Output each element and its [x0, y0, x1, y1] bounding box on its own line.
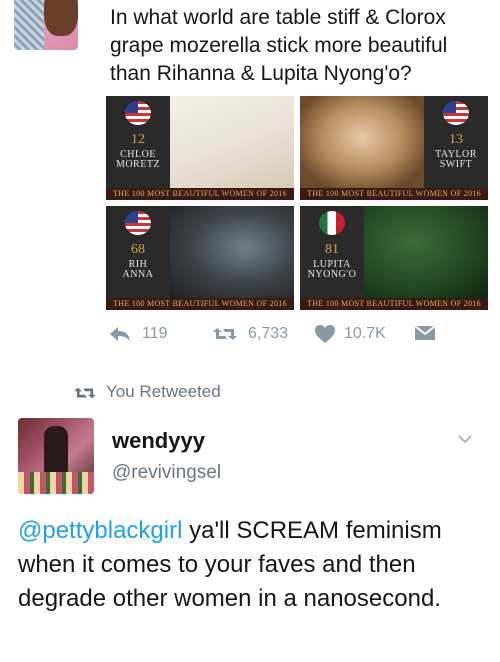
- card-banner: THE 100 MOST BEAUTIFUL WOMEN OF 2016: [300, 298, 488, 310]
- chevron-down-icon[interactable]: [458, 434, 472, 444]
- retweet-button[interactable]: 6,733: [212, 322, 302, 346]
- like-button[interactable]: 10.7K: [314, 322, 400, 346]
- reply-button[interactable]: 119: [108, 322, 178, 346]
- mexico-flag-icon: [319, 211, 345, 235]
- reply-count: 119: [142, 325, 168, 342]
- retweet-icon: [213, 328, 237, 340]
- retweet-icon: [74, 387, 96, 399]
- avatar-flowers-art: [18, 472, 94, 494]
- us-flag-icon: [125, 101, 151, 125]
- author-avatar[interactable]: [14, 0, 78, 50]
- card-name: RIH ANNA: [106, 260, 170, 280]
- tweet-media-grid[interactable]: 12 CHLOE MORETZ THE 100 MOST BEAUTIFUL W…: [106, 96, 488, 310]
- card-banner: THE 100 MOST BEAUTIFUL WOMEN OF 2016: [106, 188, 294, 200]
- retweet-context-label: You Retweeted: [106, 382, 221, 401]
- card-rank: 81: [325, 242, 339, 257]
- card-rank: 68: [131, 242, 145, 257]
- mention-link[interactable]: @pettyblackgirl: [18, 517, 182, 544]
- user-handle[interactable]: @revivingsel: [112, 462, 221, 484]
- retweet-count: 6,733: [248, 325, 289, 342]
- envelope-icon: [414, 325, 436, 340]
- card-name: TAYLOR SWIFT: [424, 150, 488, 170]
- media-image-chloe[interactable]: 12 CHLOE MORETZ THE 100 MOST BEAUTIFUL W…: [106, 96, 294, 200]
- media-image-lupita[interactable]: 81 LUPITA NYONG'O THE 100 MOST BEAUTIFUL…: [300, 206, 488, 310]
- card-rank: 12: [131, 132, 145, 147]
- avatar-hair-art: [14, 0, 44, 50]
- card-banner: THE 100 MOST BEAUTIFUL WOMEN OF 2016: [300, 188, 488, 200]
- card-banner: THE 100 MOST BEAUTIFUL WOMEN OF 2016: [106, 298, 294, 310]
- us-flag-icon: [125, 211, 151, 235]
- card-name-line2: ANNA: [122, 269, 154, 280]
- card-name: CHLOE MORETZ: [106, 150, 170, 170]
- author-avatar[interactable]: [18, 418, 94, 494]
- card-name-line2: SWIFT: [439, 159, 473, 170]
- avatar-face-art: [44, 0, 78, 36]
- direct-message-button[interactable]: [414, 322, 440, 346]
- card-name-line2: NYONG'O: [307, 269, 357, 280]
- portrait-photo: [364, 206, 488, 298]
- media-image-taylor[interactable]: 13 TAYLOR SWIFT THE 100 MOST BEAUTIFUL W…: [300, 96, 488, 200]
- media-image-rihanna[interactable]: 68 RIH ANNA THE 100 MOST BEAUTIFUL WOMEN…: [106, 206, 294, 310]
- card-rank: 13: [449, 132, 463, 147]
- like-count: 10.7K: [344, 325, 386, 342]
- portrait-photo: [300, 96, 424, 188]
- reply-icon: [110, 327, 130, 341]
- tweet-text: @pettyblackgirl ya'll SCREAM feminism wh…: [18, 514, 488, 616]
- display-name[interactable]: wendyyy: [112, 428, 205, 454]
- us-flag-icon: [443, 101, 469, 125]
- portrait-photo: [170, 206, 294, 298]
- portrait-photo: [170, 96, 294, 188]
- card-name: LUPITA NYONG'O: [300, 260, 364, 280]
- heart-icon: [315, 325, 335, 343]
- tweet-text: In what world are table stiff & Clorox g…: [110, 6, 448, 85]
- card-name-line2: MORETZ: [115, 159, 161, 170]
